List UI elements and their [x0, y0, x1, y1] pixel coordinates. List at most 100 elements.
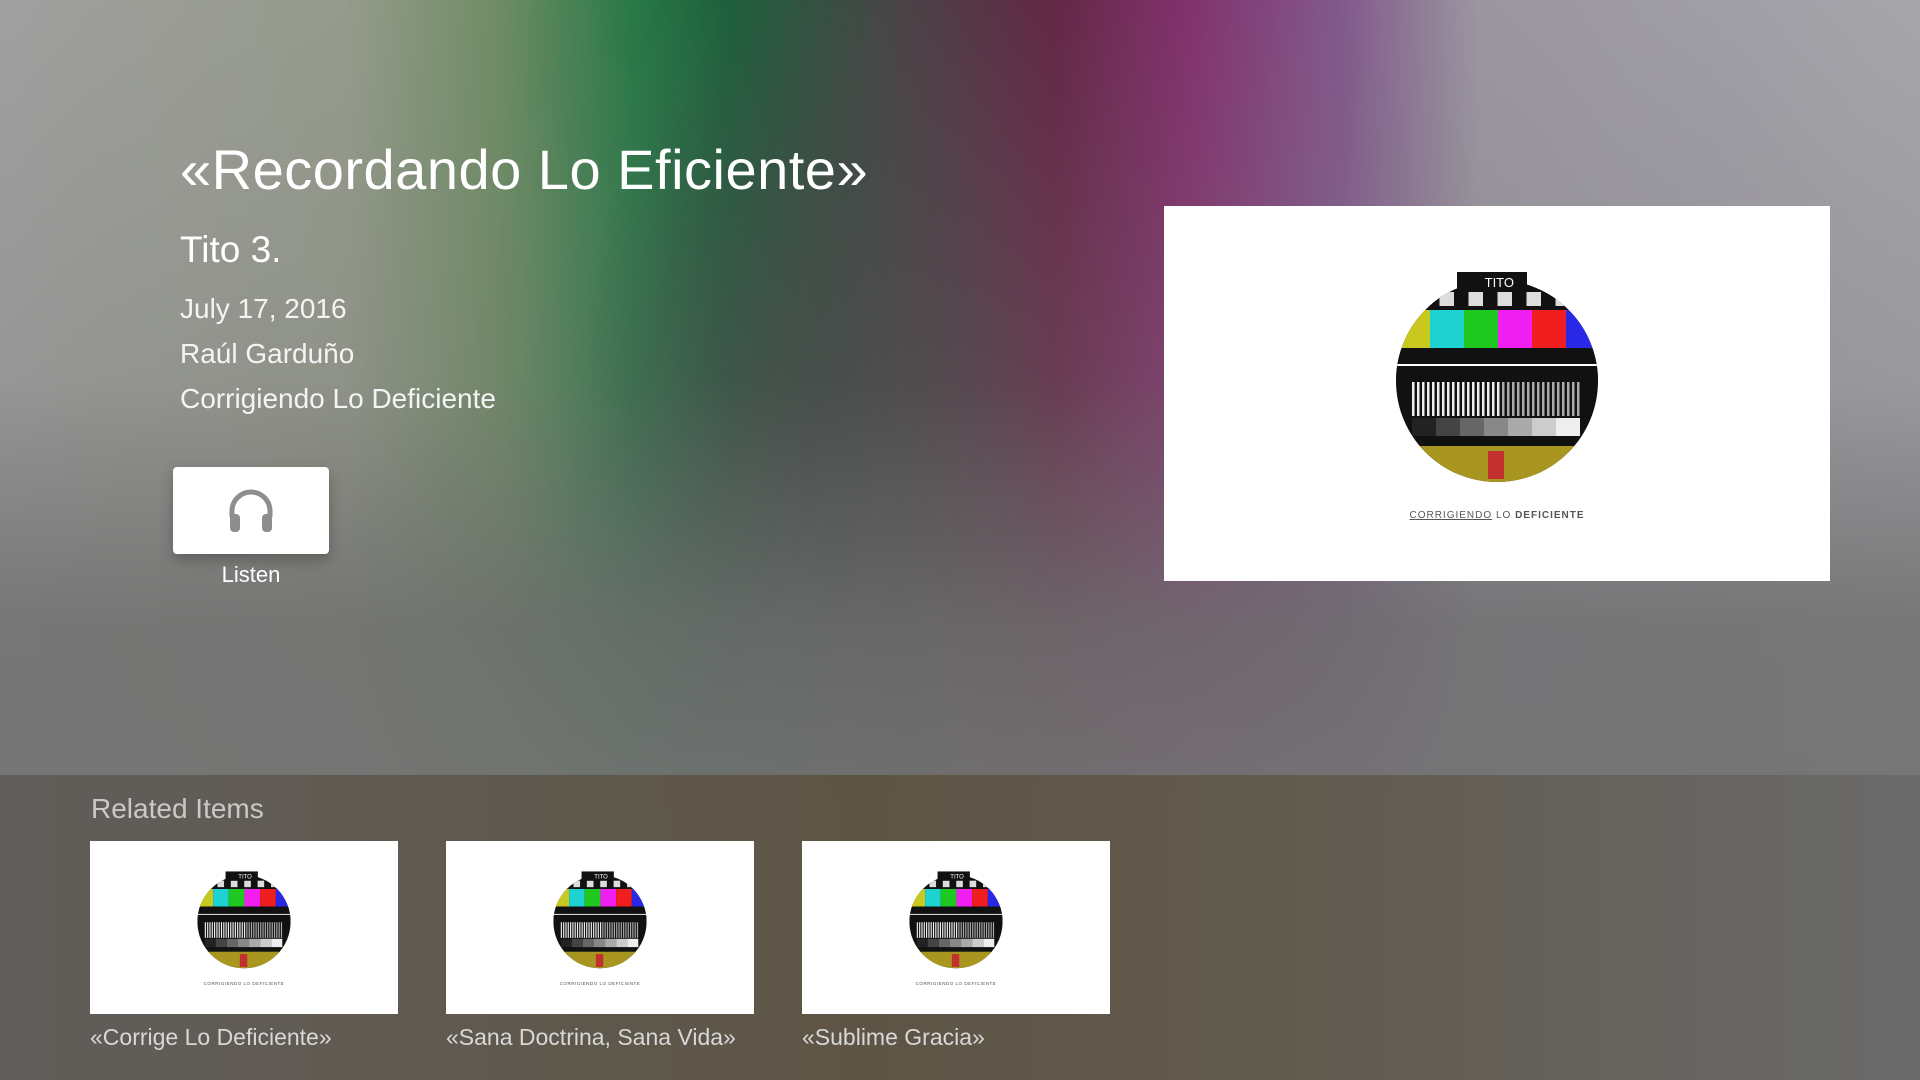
stripe — [935, 922, 937, 938]
color-bar — [244, 888, 261, 907]
stripe — [590, 922, 592, 938]
stripe — [253, 922, 255, 938]
stripe — [264, 922, 266, 938]
gray-step — [238, 938, 250, 948]
stripe — [602, 922, 604, 938]
listen-action[interactable]: Listen — [173, 467, 329, 588]
color-bar — [569, 888, 585, 907]
gray-step — [249, 938, 261, 948]
black-band — [909, 906, 1003, 921]
gray-step — [1412, 418, 1436, 436]
black-band — [553, 906, 647, 921]
stripe — [620, 922, 622, 938]
related-item-thumbnail[interactable]: TITO CORRIGIENDO LO DEFICIENTE — [802, 841, 1110, 1014]
stripe — [1492, 382, 1495, 416]
color-bar — [275, 888, 291, 907]
stripe — [583, 922, 586, 938]
gray-step — [260, 938, 272, 948]
gray-step — [560, 938, 572, 948]
white-line — [197, 913, 291, 915]
svg-text:CORRIGIENDO LO DEFICIENTE: CORRIGIENDO LO DEFICIENTE — [916, 981, 997, 986]
stripe — [241, 922, 243, 938]
listen-label: Listen — [221, 562, 281, 587]
stripe — [962, 922, 965, 938]
stripe — [209, 922, 211, 938]
stripe — [1577, 382, 1580, 416]
checker-cell — [1526, 292, 1541, 306]
checker-cell — [264, 880, 271, 888]
stripe — [273, 922, 276, 938]
stripe — [1422, 382, 1425, 416]
checker-cell — [962, 880, 970, 888]
stripe — [246, 922, 248, 938]
gray-step — [1460, 418, 1484, 436]
gray-step — [916, 938, 928, 948]
stripe — [255, 922, 257, 938]
stripe — [574, 922, 576, 938]
stripe — [992, 922, 995, 938]
listen-button[interactable] — [173, 467, 329, 554]
stripe — [985, 922, 988, 938]
checker-cell — [1454, 292, 1469, 306]
stripe — [930, 922, 932, 938]
related-item-card[interactable]: TITO CORRIGIENDO LO DEFICIENTE «Sublime … — [802, 841, 1110, 1051]
stripe — [227, 922, 230, 938]
checker-cell — [1439, 292, 1454, 306]
stripe — [1517, 382, 1520, 416]
checker-cell — [284, 880, 291, 888]
stripe — [974, 922, 976, 938]
color-bar — [213, 888, 229, 907]
gray-step — [983, 938, 995, 948]
color-bar — [1498, 310, 1532, 348]
related-item-card[interactable]: TITO CORRIGIENDO LO DEFICIENTE «Sana Doc… — [446, 841, 754, 1051]
stripe — [1552, 382, 1555, 416]
checker-cell — [566, 880, 574, 888]
stripe — [232, 922, 234, 938]
stripe — [932, 922, 935, 938]
checker-cell — [996, 880, 1003, 888]
stripe — [981, 922, 983, 938]
related-item-card[interactable]: TITO CORRIGIENDO LO DEFICIENTE «Corrige … — [90, 841, 398, 1051]
checker-cell — [1555, 292, 1570, 306]
gray-step — [1484, 418, 1508, 436]
gray-step — [226, 938, 239, 948]
gray-step — [271, 938, 283, 948]
stripe — [1567, 382, 1570, 416]
color-bar — [1464, 310, 1498, 348]
stripe — [1522, 382, 1525, 416]
stripe — [1427, 382, 1430, 416]
stripe — [1412, 382, 1415, 416]
checker-cell — [1497, 292, 1512, 306]
color-bar — [584, 888, 601, 907]
stripe — [613, 922, 615, 938]
checker-cell — [257, 880, 265, 888]
related-item-thumbnail[interactable]: TITO CORRIGIENDO LO DEFICIENTE — [90, 841, 398, 1014]
stripe — [1527, 382, 1530, 416]
stripe — [565, 922, 567, 938]
stripe — [579, 922, 581, 938]
stripe — [214, 922, 216, 938]
test-pattern-logo: TITO CORRIGIENDO LO DEFICIENTE — [1396, 272, 1598, 521]
color-bar — [228, 888, 245, 907]
checker-cell — [197, 880, 205, 888]
stripe — [576, 922, 579, 938]
stripe — [271, 922, 273, 938]
gray-step — [950, 938, 962, 948]
stripe — [597, 922, 599, 938]
checker-cell — [936, 880, 943, 888]
stripe — [967, 922, 969, 938]
stripe — [560, 922, 562, 938]
stripe — [976, 922, 978, 938]
related-item-thumbnail[interactable]: TITO CORRIGIENDO LO DEFICIENTE — [446, 841, 754, 1014]
gray-step — [627, 938, 639, 948]
stripe — [956, 922, 958, 938]
stripe — [960, 922, 962, 938]
stripe — [958, 922, 960, 938]
stripe — [239, 922, 241, 938]
stripe — [1482, 382, 1485, 416]
stripe — [939, 922, 942, 938]
checker-cell — [1468, 292, 1483, 306]
checker-cell — [969, 880, 977, 888]
stripe — [923, 922, 925, 938]
stripe — [632, 922, 634, 938]
